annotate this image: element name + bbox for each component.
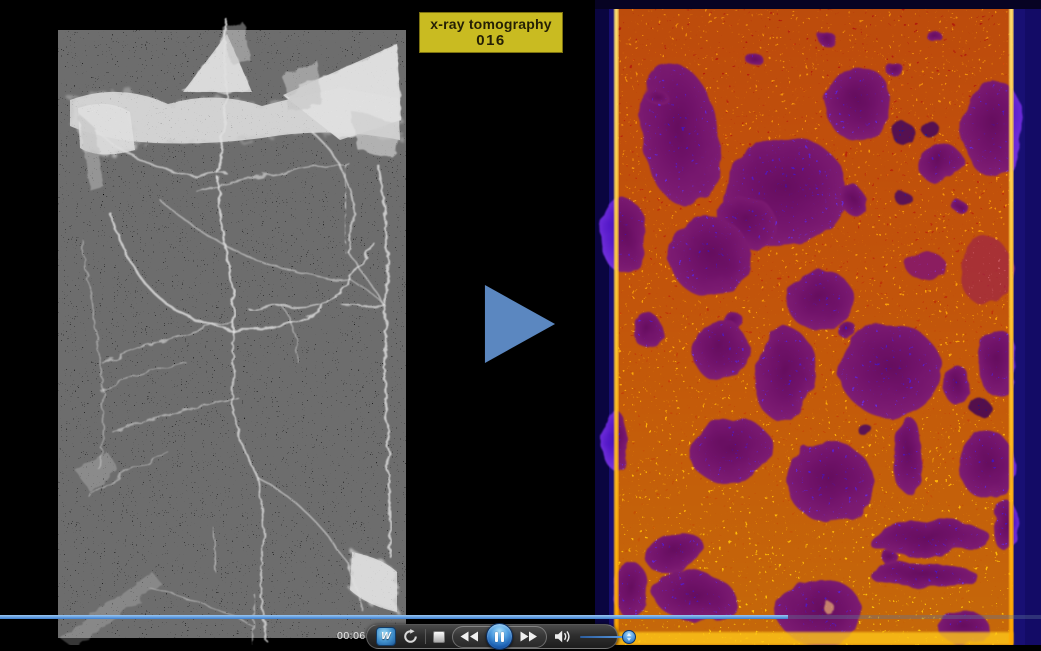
specimen-left-edge (614, 6, 619, 645)
transport-group (452, 626, 547, 648)
thermal-top-band (595, 0, 1041, 9)
label-line2: 016 (420, 32, 562, 49)
wmp-logo-icon: W (381, 631, 390, 642)
fast-forward-button[interactable] (520, 631, 539, 642)
repeat-icon (403, 629, 418, 644)
fast-forward-icon (520, 631, 539, 642)
repeat-button[interactable] (403, 629, 418, 644)
wmp-logo-button[interactable]: W (376, 627, 396, 646)
volume-slider[interactable] (580, 629, 636, 645)
volume-level (580, 636, 625, 639)
label-line1: x-ray tomography (420, 16, 562, 32)
matrix-speckles-dark (616, 6, 1013, 645)
controls-pill: W (366, 624, 618, 649)
xray-tomography-label: x-ray tomography 016 (419, 12, 563, 53)
volume-mute-button[interactable] (554, 630, 571, 643)
divider (425, 629, 426, 644)
speaker-icon (554, 630, 571, 643)
video-player: x-ray tomography 016 00:06 W (0, 0, 1041, 651)
play-arrow-icon[interactable] (483, 283, 557, 365)
stop-icon (433, 631, 445, 643)
pause-button[interactable] (486, 623, 513, 650)
pause-icon (495, 632, 498, 642)
thermal-left-fade (595, 0, 609, 645)
volume-track (580, 636, 627, 639)
video-right-panel-thermal (595, 0, 1041, 645)
thermal-render (595, 0, 1041, 645)
seek-bar[interactable] (0, 615, 1041, 619)
thermal-right-fade (1025, 0, 1041, 645)
rewind-icon (460, 631, 479, 642)
control-bar: 00:06 W (0, 620, 1041, 651)
timestamp: 00:06 (337, 630, 366, 642)
stop-button[interactable] (433, 631, 445, 643)
seek-progress (0, 615, 788, 619)
volume-handle[interactable] (622, 630, 636, 644)
rewind-button[interactable] (460, 631, 479, 642)
xray-noise-speckles (58, 30, 406, 638)
specimen-right-edge (1009, 6, 1014, 645)
